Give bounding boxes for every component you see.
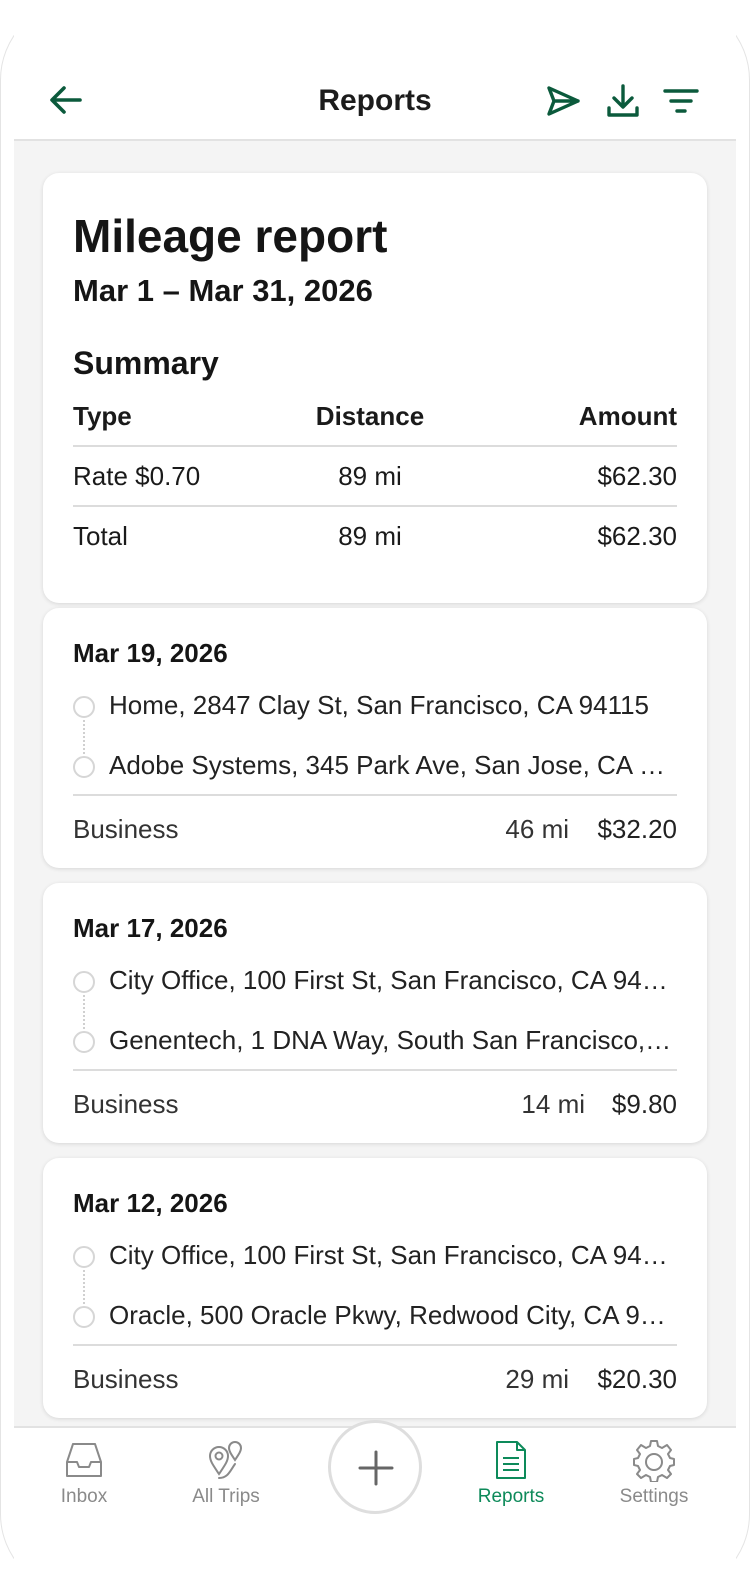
trip-amount: $20.30 [597, 1364, 677, 1394]
summary-card: Mileage report Mar 1 – Mar 31, 2026 Summ… [43, 173, 707, 603]
start-address: City Office, 100 First St, San Francisco… [109, 1240, 677, 1270]
report-date-range: Mar 1 – Mar 31, 2026 [73, 273, 373, 308]
divider [73, 1344, 677, 1346]
start-point-icon [73, 971, 95, 993]
end-address: Genentech, 1 DNA Way, South San Francisc… [109, 1025, 672, 1055]
trip-end: Adobe Systems, 345 Park Ave, San Jose, C… [73, 746, 677, 786]
summary-type: Rate $0.70 [73, 461, 201, 491]
summary-distance: 89 mi [338, 521, 402, 551]
summary-amount: $62.30 [597, 461, 677, 491]
divider [73, 794, 677, 796]
summary-type: Total [73, 521, 128, 551]
report-title: Mileage report [73, 210, 388, 262]
trip-category: Business [73, 814, 179, 844]
trip-category: Business [73, 1364, 179, 1394]
nav-label: Inbox [60, 1486, 108, 1507]
trip-distance: 46 mi [505, 814, 569, 844]
start-address: Home, 2847 Clay St, San Francisco, CA 94… [109, 690, 650, 720]
nav-settings[interactable]: Settings [594, 1438, 714, 1518]
trip-start: Home, 2847 Clay St, San Francisco, CA 94… [73, 686, 677, 726]
end-point-icon [73, 1306, 95, 1328]
download-button[interactable] [604, 82, 642, 120]
start-point-icon [73, 1246, 95, 1268]
nav-label: Settings [619, 1486, 689, 1507]
summary-heading: Summary [73, 345, 219, 381]
column-type: Type [73, 401, 132, 431]
top-bar: Reports [14, 0, 736, 141]
summary-header-row: Type Distance Amount [73, 387, 677, 447]
trip-distance: 14 mi [521, 1089, 585, 1119]
column-distance: Distance [315, 401, 425, 431]
nav-inbox[interactable]: Inbox [24, 1438, 144, 1518]
filter-button[interactable] [662, 82, 700, 120]
trip-amount: $9.80 [611, 1089, 677, 1119]
trip-card[interactable]: Mar 17, 2026 City Office, 100 First St, … [43, 883, 707, 1143]
start-point-icon [73, 696, 95, 718]
trip-date: Mar 12, 2026 [73, 1188, 228, 1218]
bottom-nav: Inbox All Trips Reports Settings [14, 1420, 736, 1594]
trip-card[interactable]: Mar 19, 2026 Home, 2847 Clay St, San Fra… [43, 608, 707, 868]
send-button[interactable] [544, 82, 582, 120]
summary-distance: 89 mi [338, 461, 402, 491]
map-pins-icon [208, 1441, 243, 1479]
trip-start: City Office, 100 First St, San Francisco… [73, 961, 677, 1001]
end-point-icon [73, 1031, 95, 1053]
trip-amount: $32.20 [597, 814, 677, 844]
end-point-icon [73, 756, 95, 778]
trip-category: Business [73, 1089, 179, 1119]
nav-all-trips[interactable]: All Trips [166, 1438, 286, 1518]
trip-distance: 29 mi [505, 1364, 569, 1394]
summary-amount: $62.30 [597, 521, 677, 551]
send-icon [547, 86, 580, 116]
end-address: Adobe Systems, 345 Park Ave, San Jose, C… [109, 750, 677, 780]
download-icon [607, 84, 639, 117]
report-content[interactable]: Mileage report Mar 1 – Mar 31, 2026 Summ… [14, 141, 736, 1426]
inbox-icon [66, 1443, 102, 1477]
nav-reports[interactable]: Reports [451, 1438, 571, 1518]
filter-icon [663, 89, 699, 113]
start-address: City Office, 100 First St, San Francisco… [109, 965, 677, 995]
nav-label: All Trips [192, 1486, 260, 1507]
document-icon [496, 1441, 526, 1479]
gear-icon [633, 1440, 675, 1482]
trip-end: Oracle, 500 Oracle Pkwy, Redwood City, C… [73, 1296, 677, 1336]
divider [73, 1069, 677, 1071]
add-trip-button[interactable] [328, 1420, 422, 1514]
app-viewport: Reports Mileage report Mar 1 – Mar 31, 2… [14, 0, 736, 1594]
trip-date: Mar 19, 2026 [73, 638, 228, 668]
trip-end: Genentech, 1 DNA Way, South San Francisc… [73, 1021, 677, 1061]
column-amount: Amount [578, 401, 677, 431]
summary-row-rate: Rate $0.70 89 mi $62.30 [73, 447, 677, 507]
trip-date: Mar 17, 2026 [73, 913, 228, 943]
summary-row-total: Total 89 mi $62.30 [73, 507, 677, 567]
end-address: Oracle, 500 Oracle Pkwy, Redwood City, C… [109, 1300, 666, 1330]
trip-start: City Office, 100 First St, San Francisco… [73, 1236, 677, 1276]
trip-card[interactable]: Mar 12, 2026 City Office, 100 First St, … [43, 1158, 707, 1418]
plus-icon [358, 1450, 394, 1486]
nav-label: Reports [477, 1486, 545, 1507]
